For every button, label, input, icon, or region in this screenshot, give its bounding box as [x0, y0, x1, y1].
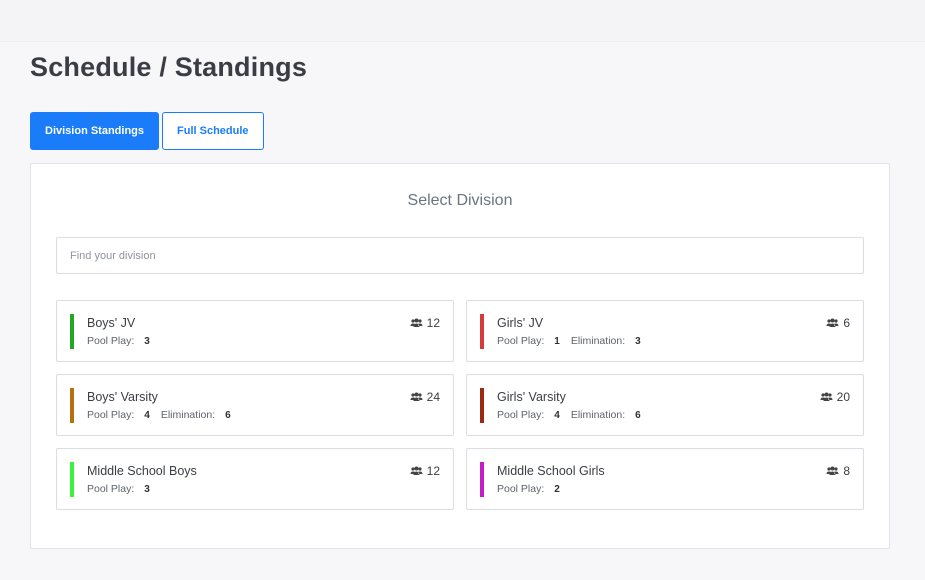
elimination-label: Elimination:: [160, 409, 216, 421]
team-count: 12: [410, 464, 440, 478]
division-name: Middle School Boys: [87, 464, 197, 478]
team-count: 12: [410, 316, 440, 330]
team-count-value: 24: [426, 390, 440, 404]
pool-play-label: Pool Play:: [497, 483, 545, 495]
page-title: Schedule / Standings: [30, 52, 308, 82]
team-count-value: 20: [836, 390, 850, 404]
division-card[interactable]: Boys' Varsity Pool Play: 4 Elimination: …: [56, 374, 454, 436]
pool-play-value: 2: [554, 483, 560, 495]
division-card[interactable]: Middle School Girls Pool Play: 2 8: [466, 448, 864, 510]
division-color-stripe: [70, 388, 74, 423]
team-icon: [826, 466, 839, 475]
division-color-stripe: [480, 462, 484, 497]
division-meta: Pool Play: 4 Elimination: 6: [87, 409, 242, 421]
pool-play-value: 3: [144, 483, 150, 495]
pool-play-label: Pool Play:: [87, 335, 135, 347]
division-meta: Pool Play: 2: [497, 483, 571, 495]
team-count: 8: [826, 464, 850, 478]
team-count: 20: [820, 390, 850, 404]
division-color-stripe: [480, 388, 484, 423]
division-meta: Pool Play: 4 Elimination: 6: [497, 409, 652, 421]
division-color-stripe: [70, 314, 74, 349]
team-icon: [410, 466, 423, 475]
division-card[interactable]: Girls' JV Pool Play: 1 Elimination: 3 6: [466, 300, 864, 362]
division-search-input[interactable]: [56, 237, 864, 274]
team-icon: [820, 392, 833, 401]
pool-play-label: Pool Play:: [497, 335, 545, 347]
division-name: Middle School Girls: [497, 464, 605, 478]
panel-title: Select Division: [407, 192, 513, 209]
division-card[interactable]: Girls' Varsity Pool Play: 4 Elimination:…: [466, 374, 864, 436]
pool-play-value: 4: [144, 409, 150, 421]
tab-division-standings[interactable]: Division Standings: [30, 112, 160, 150]
division-panel: Select Division Boys' JV Pool Play: 3 12…: [30, 163, 890, 549]
elimination-value: 6: [635, 409, 641, 421]
division-name: Girls' Varsity: [497, 390, 566, 404]
pool-play-label: Pool Play:: [497, 409, 545, 421]
pool-play-value: 4: [554, 409, 560, 421]
division-card[interactable]: Boys' JV Pool Play: 3 12: [56, 300, 454, 362]
division-color-stripe: [480, 314, 484, 349]
division-color-stripe: [70, 462, 74, 497]
division-name: Boys' JV: [87, 316, 136, 330]
view-tabs: Division Standings Full Schedule: [30, 112, 264, 150]
team-icon: [826, 318, 839, 327]
pool-play-label: Pool Play:: [87, 483, 135, 495]
elimination-value: 3: [635, 335, 641, 347]
team-count: 6: [826, 316, 850, 330]
division-card[interactable]: Middle School Boys Pool Play: 3 12: [56, 448, 454, 510]
top-bar: [0, 0, 925, 42]
team-count-value: 8: [843, 464, 850, 478]
team-icon: [410, 318, 423, 327]
team-count-value: 12: [426, 316, 440, 330]
division-meta: Pool Play: 3: [87, 483, 161, 495]
elimination-label: Elimination:: [570, 335, 626, 347]
team-count: 24: [410, 390, 440, 404]
team-count-value: 12: [426, 464, 440, 478]
division-name: Boys' Varsity: [87, 390, 158, 404]
elimination-label: Elimination:: [570, 409, 626, 421]
pool-play-label: Pool Play:: [87, 409, 135, 421]
team-icon: [410, 392, 423, 401]
team-count-value: 6: [843, 316, 850, 330]
elimination-value: 6: [225, 409, 231, 421]
division-name: Girls' JV: [497, 316, 544, 330]
pool-play-value: 1: [554, 335, 560, 347]
division-meta: Pool Play: 3: [87, 335, 161, 347]
division-meta: Pool Play: 1 Elimination: 3: [497, 335, 652, 347]
tab-full-schedule[interactable]: Full Schedule: [162, 112, 264, 150]
pool-play-value: 3: [144, 335, 150, 347]
